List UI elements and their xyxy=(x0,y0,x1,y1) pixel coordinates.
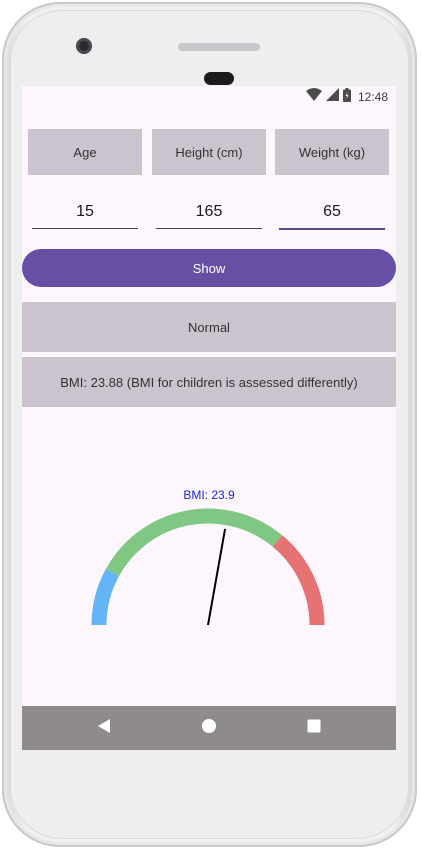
gauge-needle xyxy=(207,528,227,626)
gauge-zone-normal xyxy=(105,508,283,577)
age-field[interactable] xyxy=(32,198,138,229)
gauge-zone-overweight xyxy=(272,535,325,626)
height-field[interactable] xyxy=(156,198,262,229)
height-input[interactable] xyxy=(156,198,262,226)
weight-field[interactable] xyxy=(279,198,385,230)
back-icon[interactable] xyxy=(97,718,111,739)
bmi-gauge: BMI: 23.9 xyxy=(22,476,396,636)
show-button[interactable]: Show xyxy=(22,249,396,287)
weight-input[interactable] xyxy=(279,198,385,226)
signal-icon xyxy=(325,88,339,106)
gauge-zone-underweight xyxy=(91,568,120,626)
bmi-result: BMI: 23.88 (BMI for children is assessed… xyxy=(22,357,396,407)
app-screen: 12:48 Age Height (cm) Weight (kg) Show N… xyxy=(22,86,396,750)
category-result: Normal xyxy=(22,302,396,352)
navigation-bar xyxy=(22,706,396,750)
status-bar: 12:48 xyxy=(22,86,396,108)
wifi-icon xyxy=(305,88,322,106)
gauge-label: BMI: 23.9 xyxy=(183,488,235,502)
height-label: Height (cm) xyxy=(152,129,266,175)
age-input[interactable] xyxy=(32,198,138,226)
status-time: 12:48 xyxy=(357,90,388,104)
recents-icon[interactable] xyxy=(307,718,321,739)
age-label: Age xyxy=(28,129,142,175)
earpiece-speaker xyxy=(178,43,260,51)
home-icon[interactable] xyxy=(201,718,217,739)
battery-icon xyxy=(342,87,351,107)
weight-label: Weight (kg) xyxy=(275,129,389,175)
front-camera xyxy=(76,38,92,54)
proximity-sensor xyxy=(204,72,234,85)
